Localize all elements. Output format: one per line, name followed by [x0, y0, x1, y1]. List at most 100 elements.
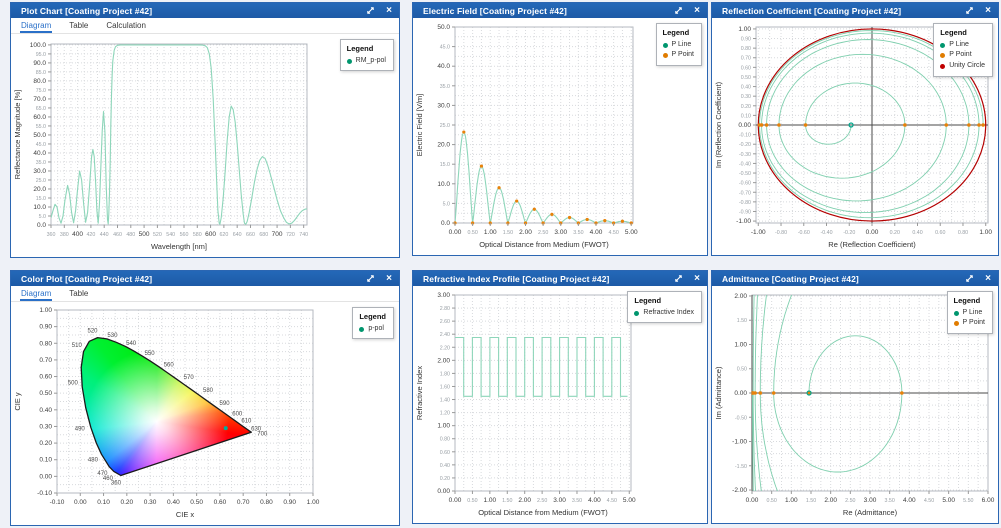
titlebar[interactable]: Plot Chart [Coating Project #42] × — [11, 3, 399, 18]
close-icon[interactable]: × — [985, 6, 991, 16]
svg-text:40.0: 40.0 — [33, 150, 46, 157]
window-title: Electric Field [Coating Project #42] — [423, 6, 567, 16]
maximize-icon[interactable] — [965, 6, 974, 15]
svg-text:4.50: 4.50 — [924, 498, 934, 504]
svg-text:3.00: 3.00 — [554, 229, 567, 236]
svg-text:30.0: 30.0 — [437, 102, 450, 109]
svg-text:500: 500 — [68, 380, 79, 386]
svg-text:2.80: 2.80 — [440, 306, 450, 312]
close-icon[interactable]: × — [386, 6, 392, 16]
cie-gamut — [80, 327, 266, 477]
svg-text:80.0: 80.0 — [33, 78, 46, 85]
svg-text:CIE y: CIE y — [13, 392, 22, 411]
svg-text:-0.80: -0.80 — [739, 200, 751, 206]
svg-text:4.50: 4.50 — [607, 498, 617, 504]
tab-diagram[interactable]: Diagram — [20, 19, 52, 33]
svg-text:490: 490 — [75, 426, 86, 432]
svg-text:0.00: 0.00 — [738, 122, 751, 129]
svg-text:Re (Admittance): Re (Admittance) — [843, 508, 898, 517]
legend-title: Legend — [663, 27, 694, 39]
svg-text:3.50: 3.50 — [885, 498, 895, 504]
svg-text:35.0: 35.0 — [440, 84, 450, 90]
maximize-icon[interactable] — [674, 274, 683, 283]
maximize-icon[interactable] — [674, 6, 683, 15]
tab-table[interactable]: Table — [68, 19, 89, 33]
svg-text:600: 600 — [232, 411, 243, 417]
svg-text:1.00: 1.00 — [979, 229, 992, 236]
tab-bar: Diagram Table Calculation — [11, 18, 399, 34]
svg-text:0.50: 0.50 — [190, 499, 203, 506]
svg-text:0.90: 0.90 — [39, 324, 52, 331]
svg-text:20.0: 20.0 — [437, 142, 450, 149]
legend: LegendRefractive Index — [627, 291, 702, 323]
legend-title: Legend — [359, 311, 386, 323]
svg-text:-1.00: -1.00 — [751, 229, 766, 236]
tab-table[interactable]: Table — [68, 287, 89, 301]
svg-text:1.00: 1.00 — [738, 26, 751, 33]
svg-text:0.40: 0.40 — [912, 230, 922, 236]
maximize-icon[interactable] — [366, 274, 375, 283]
titlebar[interactable]: Reflection Coefficient [Coating Project … — [712, 3, 998, 18]
close-icon[interactable]: × — [386, 274, 392, 284]
tab-diagram[interactable]: Diagram — [20, 287, 52, 301]
svg-text:60.0: 60.0 — [33, 114, 46, 121]
svg-text:1.00: 1.00 — [734, 341, 747, 348]
svg-text:0.0: 0.0 — [37, 222, 46, 229]
legend-item: P Point — [940, 50, 985, 61]
svg-text:0.20: 0.20 — [120, 499, 133, 506]
svg-text:0.00: 0.00 — [866, 229, 879, 236]
svg-text:1.00: 1.00 — [437, 423, 450, 430]
titlebar[interactable]: Electric Field [Coating Project #42] × — [413, 3, 707, 18]
legend-dot-icon — [954, 321, 959, 326]
close-icon[interactable]: × — [985, 274, 991, 284]
maximize-icon[interactable] — [366, 6, 375, 15]
svg-text:45.0: 45.0 — [440, 45, 450, 51]
svg-text:0.10: 0.10 — [97, 499, 110, 506]
svg-text:2.60: 2.60 — [440, 319, 450, 325]
close-icon[interactable]: × — [694, 6, 700, 16]
legend-dot-icon — [634, 311, 639, 316]
maximize-icon[interactable] — [965, 274, 974, 283]
svg-text:360: 360 — [47, 232, 56, 238]
svg-text:2.50: 2.50 — [538, 230, 548, 236]
legend-title: Legend — [940, 27, 985, 39]
svg-text:620: 620 — [219, 232, 228, 238]
svg-text:520: 520 — [153, 232, 162, 238]
svg-text:Electric Field [V/m]: Electric Field [V/m] — [415, 94, 424, 157]
titlebar[interactable]: Admittance [Coating Project #42] × — [712, 271, 998, 286]
svg-text:0.40: 0.40 — [167, 499, 180, 506]
close-icon[interactable]: × — [694, 274, 700, 284]
svg-text:560: 560 — [164, 363, 175, 369]
svg-text:1.20: 1.20 — [440, 411, 450, 417]
svg-text:520: 520 — [88, 329, 99, 335]
svg-text:360: 360 — [111, 481, 122, 487]
titlebar[interactable]: Refractive Index Profile [Coating Projec… — [413, 271, 707, 286]
chart-area-electric-field: 0.000.501.001.502.002.503.003.504.004.50… — [413, 18, 707, 255]
svg-text:1.50: 1.50 — [502, 498, 512, 504]
svg-text:0.90: 0.90 — [741, 37, 751, 43]
svg-text:0.20: 0.20 — [440, 476, 450, 482]
svg-text:4.00: 4.00 — [903, 497, 916, 504]
svg-text:0.60: 0.60 — [440, 450, 450, 456]
legend-dot-icon — [663, 53, 668, 58]
svg-text:40.0: 40.0 — [437, 63, 450, 70]
svg-text:510: 510 — [72, 343, 83, 349]
titlebar[interactable]: Color Plot [Coating Project #42] × — [11, 271, 399, 286]
svg-text:-0.90: -0.90 — [739, 209, 751, 215]
svg-text:0.50: 0.50 — [737, 367, 747, 373]
svg-text:Im (Reflection Coefficient): Im (Reflection Coefficient) — [714, 81, 723, 168]
svg-text:2.40: 2.40 — [440, 332, 450, 338]
svg-text:700: 700 — [257, 431, 268, 437]
svg-text:5.0: 5.0 — [39, 214, 46, 220]
svg-text:-0.70: -0.70 — [739, 190, 751, 196]
svg-text:0.00: 0.00 — [746, 497, 759, 504]
svg-text:0.0: 0.0 — [441, 220, 450, 227]
legend-dot-icon — [954, 311, 959, 316]
svg-text:-0.60: -0.60 — [798, 230, 810, 236]
tab-calculation[interactable]: Calculation — [105, 19, 147, 33]
chart-area-plot-chart: 3603804004204404604805005205405605806006… — [11, 34, 399, 257]
legend-dot-icon — [940, 53, 945, 58]
chart-area-admittance: 0.000.501.001.502.002.503.003.504.004.50… — [712, 286, 998, 523]
svg-text:0.50: 0.50 — [741, 75, 751, 81]
svg-text:2.00: 2.00 — [824, 497, 837, 504]
